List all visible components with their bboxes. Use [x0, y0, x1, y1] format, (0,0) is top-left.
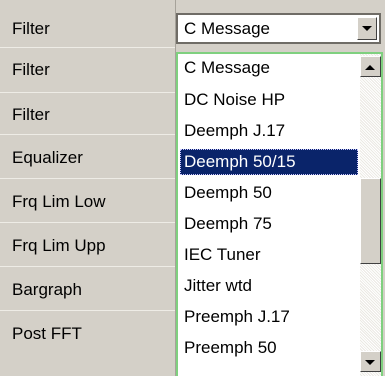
filter-combo-box[interactable]: C Message	[176, 13, 381, 44]
list-item-iec-tuner[interactable]: IEC Tuner	[180, 242, 358, 268]
label-filter-3: Filter	[12, 105, 50, 124]
row-divider	[0, 134, 175, 135]
row-divider	[0, 92, 175, 93]
scrollbar-thumb[interactable]	[360, 178, 381, 264]
row-divider	[0, 47, 175, 48]
list-item-preemph-50[interactable]: Preemph 50	[180, 335, 358, 361]
scroll-up-button[interactable]	[360, 56, 381, 77]
label-equalizer: Equalizer	[12, 148, 83, 167]
filter-dropdown-list[interactable]: C Message DC Noise HP Deemph J.17 Deemph…	[176, 52, 383, 376]
list-item-jitter-wtd[interactable]: Jitter wtd	[180, 273, 358, 299]
scroll-down-button[interactable]	[360, 351, 381, 372]
row-divider	[0, 310, 175, 311]
combo-dropdown-button[interactable]	[357, 17, 377, 40]
filter-combo-value: C Message	[184, 19, 270, 38]
list-item-deemph-75[interactable]: Deemph 75	[180, 211, 358, 237]
list-item-deemph-j17[interactable]: Deemph J.17	[180, 118, 358, 144]
row-divider	[0, 178, 175, 179]
label-frq-lim-upp: Frq Lim Upp	[12, 236, 106, 255]
list-item-deemph-50[interactable]: Deemph 50	[180, 180, 358, 206]
label-bargraph: Bargraph	[12, 280, 82, 299]
label-frq-lim-low: Frq Lim Low	[12, 192, 106, 211]
list-item-deemph-50-15[interactable]: Deemph 50/15	[180, 149, 358, 175]
label-post-fft: Post FFT	[12, 324, 82, 343]
label-filter-2: Filter	[12, 60, 50, 79]
list-item-dc-noise-hp[interactable]: DC Noise HP	[180, 87, 358, 113]
list-item-c-message[interactable]: C Message	[180, 55, 358, 81]
arrow-up-icon	[365, 65, 375, 70]
arrow-down-icon	[365, 360, 375, 365]
chevron-down-icon	[362, 26, 372, 31]
row-divider	[0, 266, 175, 267]
row-divider	[0, 222, 175, 223]
list-item-preemph-j17[interactable]: Preemph J.17	[180, 304, 358, 330]
vertical-scrollbar[interactable]	[360, 54, 381, 376]
label-filter-1: Filter	[12, 19, 50, 38]
